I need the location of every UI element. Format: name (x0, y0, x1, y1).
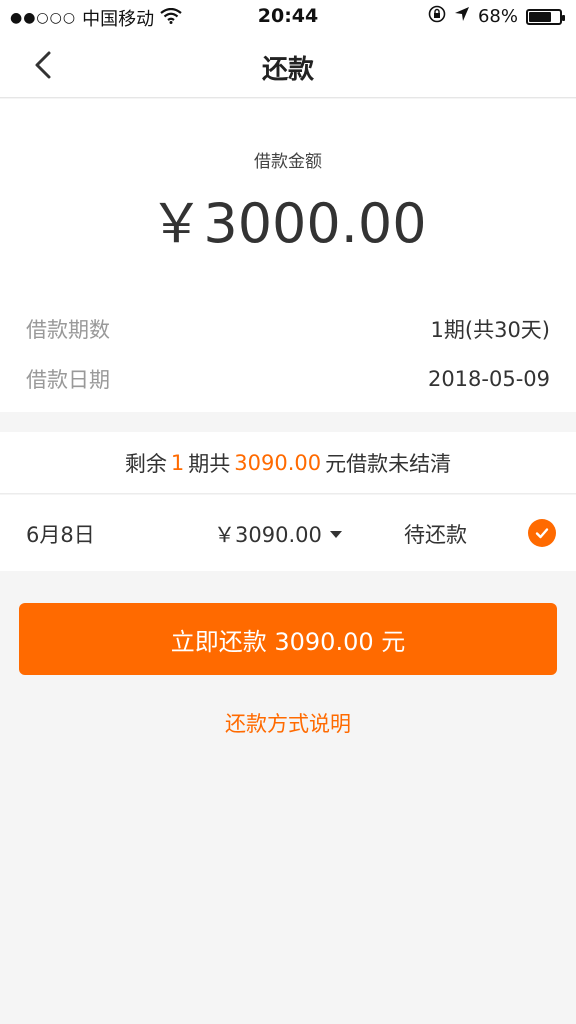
page-title: 还款 (261, 55, 314, 85)
loan-term-row: 借款期数 1期(共30天) (26, 314, 550, 344)
repayment-method-help-link[interactable]: 还款方式说明 (0, 708, 576, 738)
nav-bar: 还款 (0, 32, 576, 98)
remaining-summary: 剩余 1 期共 3090.00 元借款未结清 (0, 432, 576, 494)
remaining-amount: 3090.00 (234, 450, 322, 475)
loan-date-row: 借款日期 2018-05-09 (26, 364, 550, 394)
loan-date-label: 借款日期 (26, 368, 110, 392)
loan-term-label: 借款期数 (26, 318, 110, 342)
status-right: 68% (428, 5, 565, 28)
installment-select-checkbox[interactable] (528, 519, 556, 547)
battery-percent: 68% (477, 6, 518, 27)
pay-now-button[interactable]: 立即还款 3090.00 元 (19, 603, 557, 675)
rotation-lock-icon (428, 5, 446, 28)
loan-amount-value: ￥3000.00 (149, 192, 427, 255)
loan-summary: 借款金额 ￥3000.00 借款期数 1期(共30天) 借款日期 2018-05… (0, 99, 576, 412)
caret-down-icon (329, 530, 342, 538)
remaining-prefix: 剩余 (124, 451, 167, 476)
loan-amount-label: 借款金额 (254, 152, 322, 172)
remaining-middle: 期共 (188, 451, 231, 476)
installment-amount-dropdown[interactable]: ￥3090.00 (214, 519, 342, 549)
remaining-suffix: 元借款未结清 (325, 451, 452, 476)
installment-date: 6月8日 (26, 523, 95, 547)
installment-row[interactable]: 6月8日 ￥3090.00 待还款 (0, 495, 576, 571)
installment-amount: ￥3090.00 (214, 523, 322, 547)
battery-level (529, 11, 551, 22)
battery-icon (526, 8, 565, 25)
location-icon (454, 6, 470, 27)
remaining-count: 1 (170, 450, 185, 475)
loan-date-value: 2018-05-09 (427, 367, 550, 391)
status-bar: ●●○○○ 中国移动 20:44 68% (0, 0, 576, 32)
checkmark-icon (535, 528, 549, 539)
loan-term-value: 1期(共30天) (430, 318, 550, 342)
installment-status: 待还款 (404, 523, 467, 547)
